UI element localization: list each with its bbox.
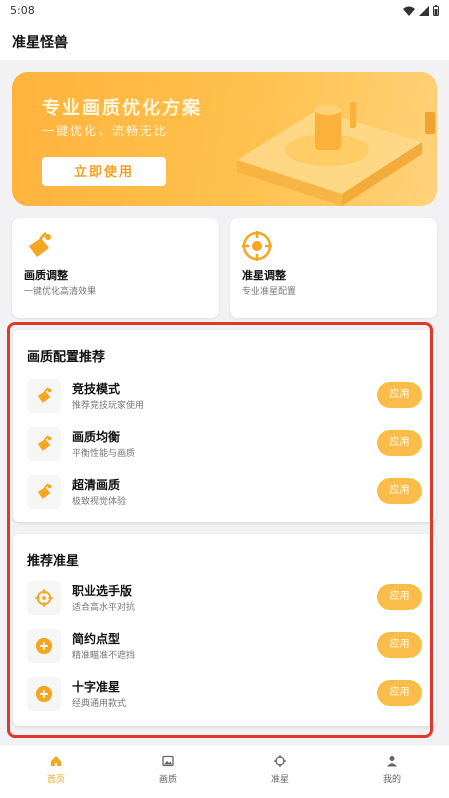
battery-icon xyxy=(433,5,439,16)
feature-desc: 专业准星配置 xyxy=(242,287,297,297)
feature-desc: 一键优化高清效果 xyxy=(24,287,97,297)
system-icons xyxy=(403,5,439,16)
banner-subtitle: 一键优化，流畅无比 xyxy=(42,124,169,138)
app-bar: 准星怪兽 xyxy=(0,22,449,60)
nav-label: 首页 xyxy=(46,775,65,785)
use-now-button[interactable]: 立即使用 xyxy=(42,157,166,186)
crosshair-icon xyxy=(274,755,286,767)
banner-title: 专业画质优化方案 xyxy=(42,98,202,119)
app-title: 准星怪兽 xyxy=(12,35,68,51)
wifi-icon xyxy=(403,6,415,16)
highlight-frame xyxy=(7,322,433,738)
feature-title: 画质调整 xyxy=(24,269,68,282)
status-time: 5:08 xyxy=(10,4,35,17)
person-icon xyxy=(387,756,397,767)
nav-item-graphics[interactable]: 画质 xyxy=(112,745,224,798)
promo-banner[interactable]: 专业画质优化方案 一键优化，流畅无比 立即使用 xyxy=(12,72,437,206)
nav-label: 画质 xyxy=(158,775,177,785)
nav-item-profile[interactable]: 我的 xyxy=(336,745,448,798)
signal-icon xyxy=(419,5,429,16)
nav-item-home[interactable]: 首页 xyxy=(0,745,112,798)
banner-illustration xyxy=(237,102,435,206)
crosshair-icon xyxy=(242,231,272,261)
nav-label: 我的 xyxy=(382,775,401,785)
feature-card-crosshair[interactable]: 准星调整 专业准星配置 xyxy=(230,218,437,318)
paint-bucket-icon xyxy=(29,232,51,257)
status-bar: 5:08 xyxy=(0,0,449,22)
nav-item-crosshair[interactable]: 准星 xyxy=(224,745,336,798)
nav-label: 准星 xyxy=(270,775,289,785)
image-icon xyxy=(162,755,174,767)
bottom-nav: 首页 画质 准星 我的 xyxy=(0,744,449,798)
feature-title: 准星调整 xyxy=(242,269,286,282)
feature-card-graphics[interactable]: 画质调整 一键优化高清效果 xyxy=(12,218,219,318)
home-icon xyxy=(51,756,61,766)
